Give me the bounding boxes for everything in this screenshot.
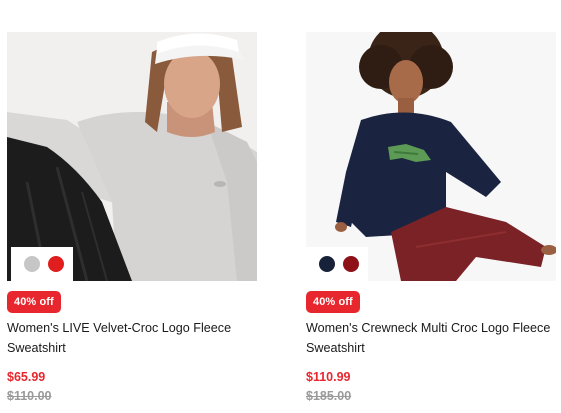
original-price: $110.00 bbox=[7, 389, 52, 403]
product-card-2[interactable]: 40% off Women's Crewneck Multi Croc Logo… bbox=[306, 32, 556, 403]
product-photo-2 bbox=[335, 32, 556, 281]
color-swatches bbox=[306, 247, 368, 281]
product-title[interactable]: Women's Crewneck Multi Croc Logo Fleece … bbox=[306, 318, 561, 358]
color-swatch-red[interactable] bbox=[48, 256, 64, 272]
product-image-1[interactable] bbox=[7, 32, 257, 281]
product-image-2[interactable] bbox=[306, 32, 556, 281]
product-title[interactable]: Women's LIVE Velvet-Croc Logo Fleece Swe… bbox=[7, 318, 263, 358]
color-swatches bbox=[11, 247, 73, 281]
discount-badge: 40% off bbox=[7, 291, 61, 313]
sale-price: $110.99 bbox=[306, 370, 351, 384]
sale-price: $65.99 bbox=[7, 370, 46, 384]
product-card-1[interactable]: 40% off Women's LIVE Velvet-Croc Logo Fl… bbox=[7, 32, 257, 403]
color-swatch-burgundy[interactable] bbox=[343, 256, 359, 272]
color-swatch-grey[interactable] bbox=[24, 256, 40, 272]
original-price: $185.00 bbox=[306, 389, 352, 403]
product-photo-1 bbox=[7, 33, 257, 281]
color-swatch-navy[interactable] bbox=[319, 256, 335, 272]
discount-badge: 40% off bbox=[306, 291, 360, 313]
